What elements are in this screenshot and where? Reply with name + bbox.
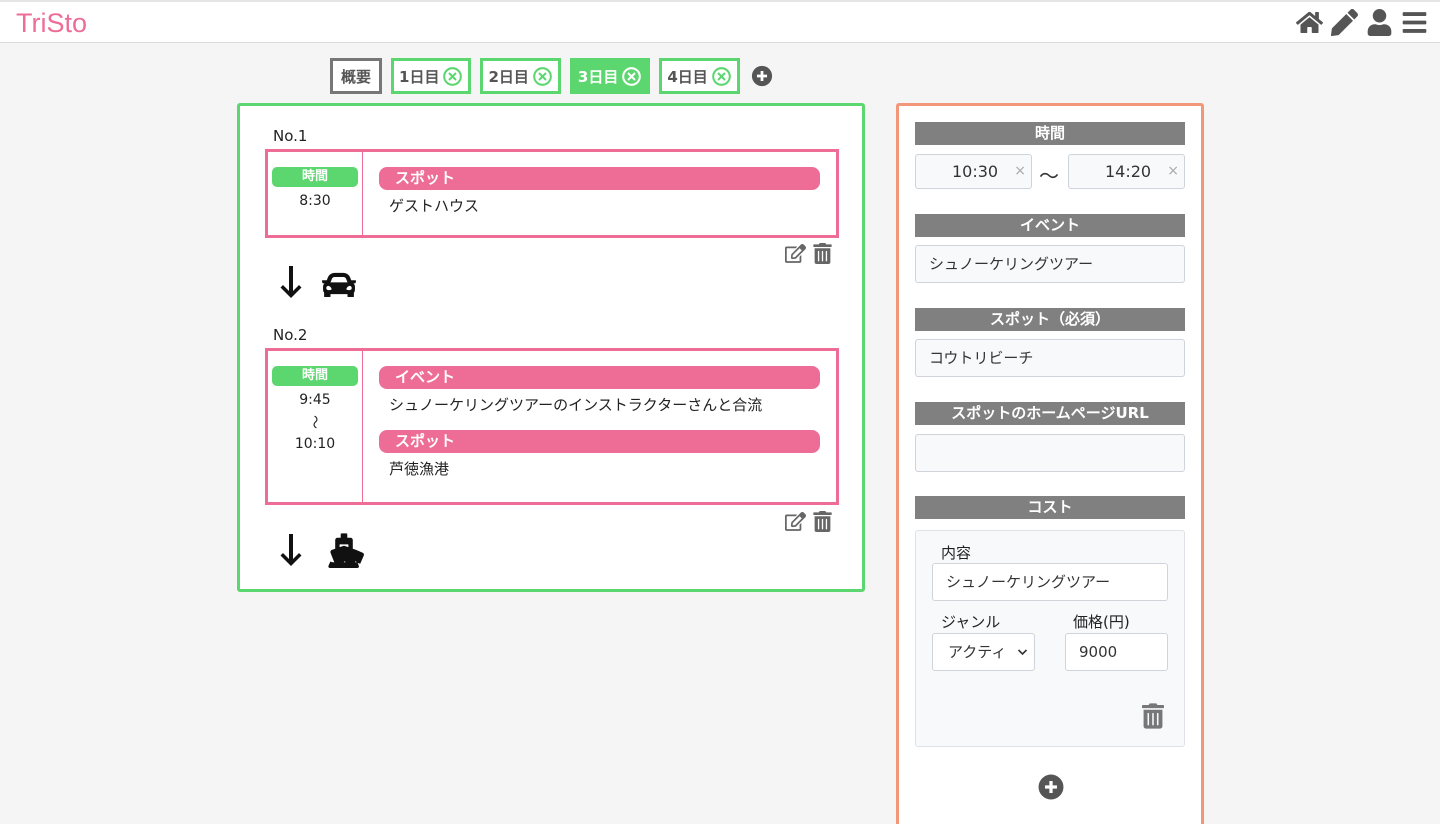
edit-icon[interactable] xyxy=(785,511,806,532)
tab-day-3[interactable]: 3日目 xyxy=(569,58,651,94)
trash-icon[interactable] xyxy=(1142,703,1164,729)
card-actions xyxy=(785,511,833,532)
tab-label: 概要 xyxy=(341,67,372,86)
trash-icon[interactable] xyxy=(812,243,833,264)
cost-price-label: 価格(円) xyxy=(1073,613,1130,631)
transit-row xyxy=(280,533,366,569)
time-separator: 〜 xyxy=(1039,164,1059,188)
schedule-card-1[interactable]: 時間 8:30 スポット ゲストハウス xyxy=(265,149,839,238)
app-logo[interactable]: TriSto xyxy=(16,8,87,39)
clear-end-icon[interactable]: × xyxy=(1167,155,1179,188)
add-cost-icon[interactable] xyxy=(1038,774,1064,800)
edit-panel: 時間 10:30 × 〜 14:20 × イベント シュノーケリングツアー スポ… xyxy=(896,103,1204,824)
time-badge: 時間 xyxy=(272,167,358,187)
cost-section-title: コスト xyxy=(915,496,1185,519)
time-column: 時間 9:45 〜 10:10 xyxy=(268,351,363,502)
schedule-panel: No.1 時間 8:30 スポット ゲストハウス No.2 時間 9:45 〜 … xyxy=(237,103,865,592)
user-icon[interactable] xyxy=(1366,9,1393,36)
remove-day-icon[interactable] xyxy=(532,66,553,87)
event-pill: イベント xyxy=(379,366,820,389)
tab-day-2[interactable]: 2日目 xyxy=(480,58,561,94)
menu-icon[interactable] xyxy=(1401,9,1428,36)
url-input[interactable] xyxy=(915,434,1185,472)
ship-icon xyxy=(328,533,364,569)
trash-icon[interactable] xyxy=(812,511,833,532)
car-icon xyxy=(322,272,356,297)
spot-name: ゲストハウス xyxy=(389,197,480,215)
tab-day-1[interactable]: 1日目 xyxy=(391,58,472,94)
tab-day-4[interactable]: 4日目 xyxy=(659,58,740,94)
tab-label: 1日目 xyxy=(399,67,440,86)
remove-day-icon[interactable] xyxy=(442,66,463,87)
arrow-down-icon xyxy=(280,534,302,566)
day-tabs: 概要 1日目 2日目 3日目 4日目 xyxy=(330,58,773,94)
schedule-card-2[interactable]: 時間 9:45 〜 10:10 イベント シュノーケリングツアーのインストラクタ… xyxy=(265,348,839,505)
cost-content-input[interactable]: シュノーケリングツアー xyxy=(932,563,1168,601)
transit-row xyxy=(280,266,356,300)
remove-day-icon[interactable] xyxy=(711,66,732,87)
card-actions xyxy=(785,243,833,264)
top-navbar: TriSto xyxy=(0,0,1440,43)
cost-price-input[interactable]: 9000 xyxy=(1065,633,1168,671)
event-input[interactable]: シュノーケリングツアー xyxy=(915,245,1185,283)
event-name: シュノーケリングツアーのインストラクターさんと合流 xyxy=(389,396,763,414)
add-day-icon[interactable] xyxy=(751,65,773,87)
cost-entry: 内容 シュノーケリングツアー ジャンル アクティ 価格(円) 9000 xyxy=(915,530,1185,747)
spot-name: 芦徳漁港 xyxy=(389,460,450,478)
tab-overview[interactable]: 概要 xyxy=(330,58,383,94)
spot-input[interactable]: コウトリビーチ xyxy=(915,339,1185,377)
time-column: 時間 8:30 xyxy=(268,152,363,235)
time-start: 8:30 xyxy=(299,193,331,209)
end-time-value: 14:20 xyxy=(1105,162,1152,181)
tab-label: 2日目 xyxy=(488,67,529,86)
spot-section-title: スポット（必須） xyxy=(915,308,1185,331)
home-icon[interactable] xyxy=(1296,9,1323,36)
item-number: No.2 xyxy=(273,326,308,344)
end-time-input[interactable]: 14:20 × xyxy=(1068,154,1185,189)
detail-column: スポット ゲストハウス xyxy=(363,152,836,235)
clear-start-icon[interactable]: × xyxy=(1014,155,1026,188)
time-separator: 〜 xyxy=(306,415,322,429)
pencil-icon[interactable] xyxy=(1331,9,1358,36)
genre-selected-value: アクティ xyxy=(948,643,1007,661)
url-section-title: スポットのホームページURL xyxy=(915,402,1185,425)
chevron-down-icon xyxy=(1017,649,1028,656)
item-number: No.1 xyxy=(273,127,308,145)
header-actions xyxy=(1296,9,1428,36)
detail-column: イベント シュノーケリングツアーのインストラクターさんと合流 スポット 芦徳漁港 xyxy=(363,351,836,502)
edit-icon[interactable] xyxy=(785,243,806,264)
cost-content-label: 内容 xyxy=(941,544,972,562)
cost-genre-label: ジャンル xyxy=(941,613,1001,631)
arrow-down-icon xyxy=(280,266,302,298)
cost-genre-select[interactable]: アクティ xyxy=(932,633,1035,671)
time-section-title: 時間 xyxy=(915,122,1185,145)
tab-label: 4日目 xyxy=(667,67,708,86)
event-section-title: イベント xyxy=(915,214,1185,237)
start-time-value: 10:30 xyxy=(952,162,999,181)
spot-pill: スポット xyxy=(379,167,820,190)
tab-label: 3日目 xyxy=(577,67,619,86)
remove-day-icon[interactable] xyxy=(621,66,642,87)
start-time-input[interactable]: 10:30 × xyxy=(915,154,1032,189)
spot-pill: スポット xyxy=(379,430,820,453)
